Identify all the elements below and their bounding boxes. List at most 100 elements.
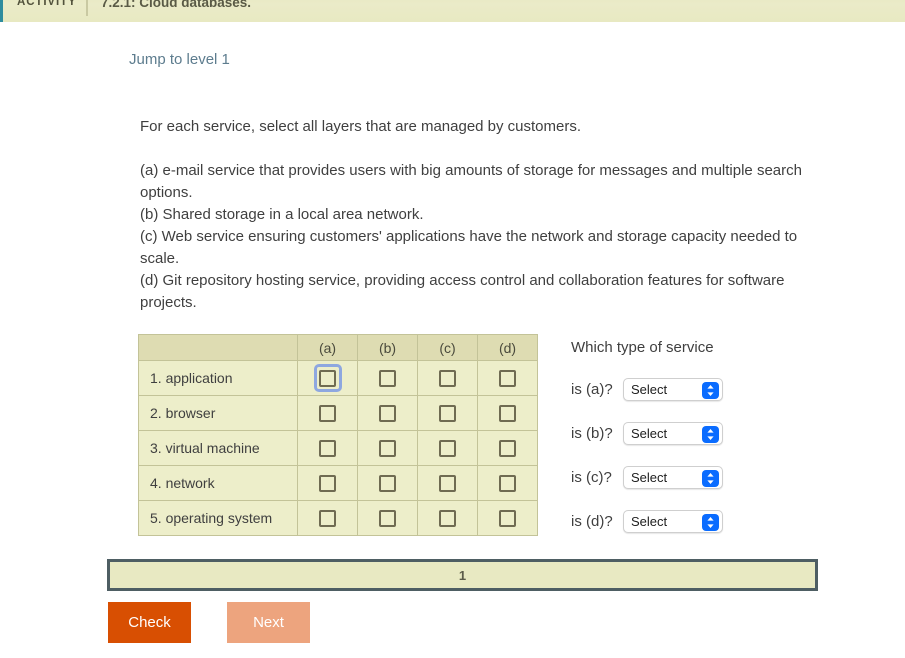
question-item-a: (a) e-mail service that provides users w… xyxy=(140,162,802,201)
checkbox-row3-col-a[interactable] xyxy=(319,439,336,457)
matrix-cell xyxy=(477,500,538,536)
service-select-label: is (b)? xyxy=(571,424,613,442)
matrix-row-label: 1. application xyxy=(138,360,298,396)
service-select-row: is (b)? Select xyxy=(571,421,723,445)
activity-banner: ACTIVITY 7.2.1: Cloud databases. xyxy=(0,0,905,22)
checkbox-row2-col-a[interactable] xyxy=(319,404,336,422)
table-row: 4. network xyxy=(138,465,538,501)
checkbox-row5-col-a[interactable] xyxy=(319,509,336,527)
service-select-value: Select xyxy=(631,381,668,397)
matrix-cell xyxy=(357,360,418,396)
checkbox-wrapper xyxy=(494,399,522,427)
checkbox-row2-col-b[interactable] xyxy=(379,404,396,422)
checkbox-row3-col-d[interactable] xyxy=(499,439,516,457)
question-prompt: For each service, select all layers that… xyxy=(140,118,582,135)
question-item-d: (d) Git repository hosting service, prov… xyxy=(140,272,785,311)
table-row: 3. virtual machine xyxy=(138,430,538,466)
service-select-label: is (c)? xyxy=(571,468,612,486)
matrix-cell xyxy=(297,500,358,536)
checkbox-wrapper xyxy=(374,399,402,427)
checkbox-wrapper xyxy=(494,434,522,462)
checkbox-wrapper xyxy=(314,399,342,427)
service-select-row: is (a)? Select xyxy=(571,377,723,401)
checkbox-wrapper xyxy=(434,469,462,497)
matrix-cell xyxy=(417,395,478,431)
check-button[interactable]: Check xyxy=(108,602,191,643)
matrix-row-label: 5. operating system xyxy=(138,500,298,536)
checkbox-row4-col-a[interactable] xyxy=(319,474,336,492)
service-select-value: Select xyxy=(631,513,668,529)
checkbox-wrapper xyxy=(374,469,402,497)
matrix-cell xyxy=(297,360,358,396)
matrix-cell xyxy=(477,395,538,431)
matrix-header: (a) (b) (c) (d) xyxy=(138,334,538,361)
matrix-column-header-a: (a) xyxy=(297,334,358,361)
matrix-cell xyxy=(297,430,358,466)
checkbox-wrapper xyxy=(314,504,342,532)
matrix-cell xyxy=(417,360,478,396)
checkbox-wrapper xyxy=(434,399,462,427)
matrix-column-header-c: (c) xyxy=(417,334,478,361)
checkbox-wrapper xyxy=(434,364,462,392)
matrix-cell xyxy=(417,430,478,466)
matrix-cell xyxy=(417,465,478,501)
chevron-up-down-icon[interactable] xyxy=(702,513,719,531)
checkbox-row1-col-a[interactable] xyxy=(319,369,336,387)
matrix-row-label: 3. virtual machine xyxy=(138,430,298,466)
question-block: For each service, select all layers that… xyxy=(140,116,830,314)
checkbox-row2-col-d[interactable] xyxy=(499,404,516,422)
banner-divider xyxy=(86,0,88,16)
checkbox-wrapper xyxy=(494,469,522,497)
matrix-cell xyxy=(297,395,358,431)
service-select-rows: is (a)? Select is (b)? Select is (c)? Select i… xyxy=(571,377,723,533)
checkbox-row5-col-d[interactable] xyxy=(499,509,516,527)
service-select-label: is (d)? xyxy=(571,512,613,530)
checkbox-wrapper xyxy=(494,504,522,532)
chevron-up-down-icon[interactable] xyxy=(702,425,719,443)
service-select-value: Select xyxy=(631,425,668,441)
checkbox-row1-col-d[interactable] xyxy=(499,369,516,387)
checkbox-wrapper xyxy=(434,434,462,462)
question-item-c: (c) Web service ensuring customers' appl… xyxy=(140,228,798,267)
service-select-a[interactable]: Select xyxy=(623,377,723,401)
service-type-panel: Which type of service is (a)? Select is (b… xyxy=(571,339,723,533)
checkbox-row4-col-c[interactable] xyxy=(439,474,456,492)
checkbox-wrapper xyxy=(494,364,522,392)
chevron-up-down-icon[interactable] xyxy=(702,469,719,487)
activity-label: ACTIVITY xyxy=(17,0,77,8)
matrix-cell xyxy=(357,395,418,431)
checkbox-row4-col-d[interactable] xyxy=(499,474,516,492)
checkbox-wrapper xyxy=(314,434,342,462)
service-select-d[interactable]: Select xyxy=(623,509,723,533)
progress-bar: 1 xyxy=(107,559,818,591)
matrix-row-label: 4. network xyxy=(138,465,298,501)
service-select-b[interactable]: Select xyxy=(623,421,723,445)
checkbox-wrapper xyxy=(374,364,402,392)
checkbox-wrapper xyxy=(374,434,402,462)
chevron-up-down-icon[interactable] xyxy=(702,381,719,399)
checkbox-row4-col-b[interactable] xyxy=(379,474,396,492)
matrix-cell xyxy=(357,465,418,501)
checkbox-row3-col-b[interactable] xyxy=(379,439,396,457)
next-button[interactable]: Next xyxy=(227,602,310,643)
table-row: 2. browser xyxy=(138,395,538,431)
checkbox-wrapper xyxy=(314,469,342,497)
table-row: 1. application xyxy=(138,360,538,396)
checkbox-wrapper xyxy=(374,504,402,532)
service-select-label: is (a)? xyxy=(571,380,613,398)
checkbox-row3-col-c[interactable] xyxy=(439,439,456,457)
matrix-cell xyxy=(417,500,478,536)
checkbox-row1-col-c[interactable] xyxy=(439,369,456,387)
service-select-value: Select xyxy=(631,469,668,485)
service-select-row: is (d)? Select xyxy=(571,509,723,533)
checkbox-row2-col-c[interactable] xyxy=(439,404,456,422)
checkbox-row5-col-b[interactable] xyxy=(379,509,396,527)
jump-to-level-link[interactable]: Jump to level 1 xyxy=(129,51,230,68)
checkbox-row5-col-c[interactable] xyxy=(439,509,456,527)
matrix-corner-header xyxy=(138,334,298,361)
matrix-cell xyxy=(477,465,538,501)
matrix-cell xyxy=(357,500,418,536)
checkbox-row1-col-b[interactable] xyxy=(379,369,396,387)
service-select-c[interactable]: Select xyxy=(623,465,723,489)
matrix-row-label: 2. browser xyxy=(138,395,298,431)
